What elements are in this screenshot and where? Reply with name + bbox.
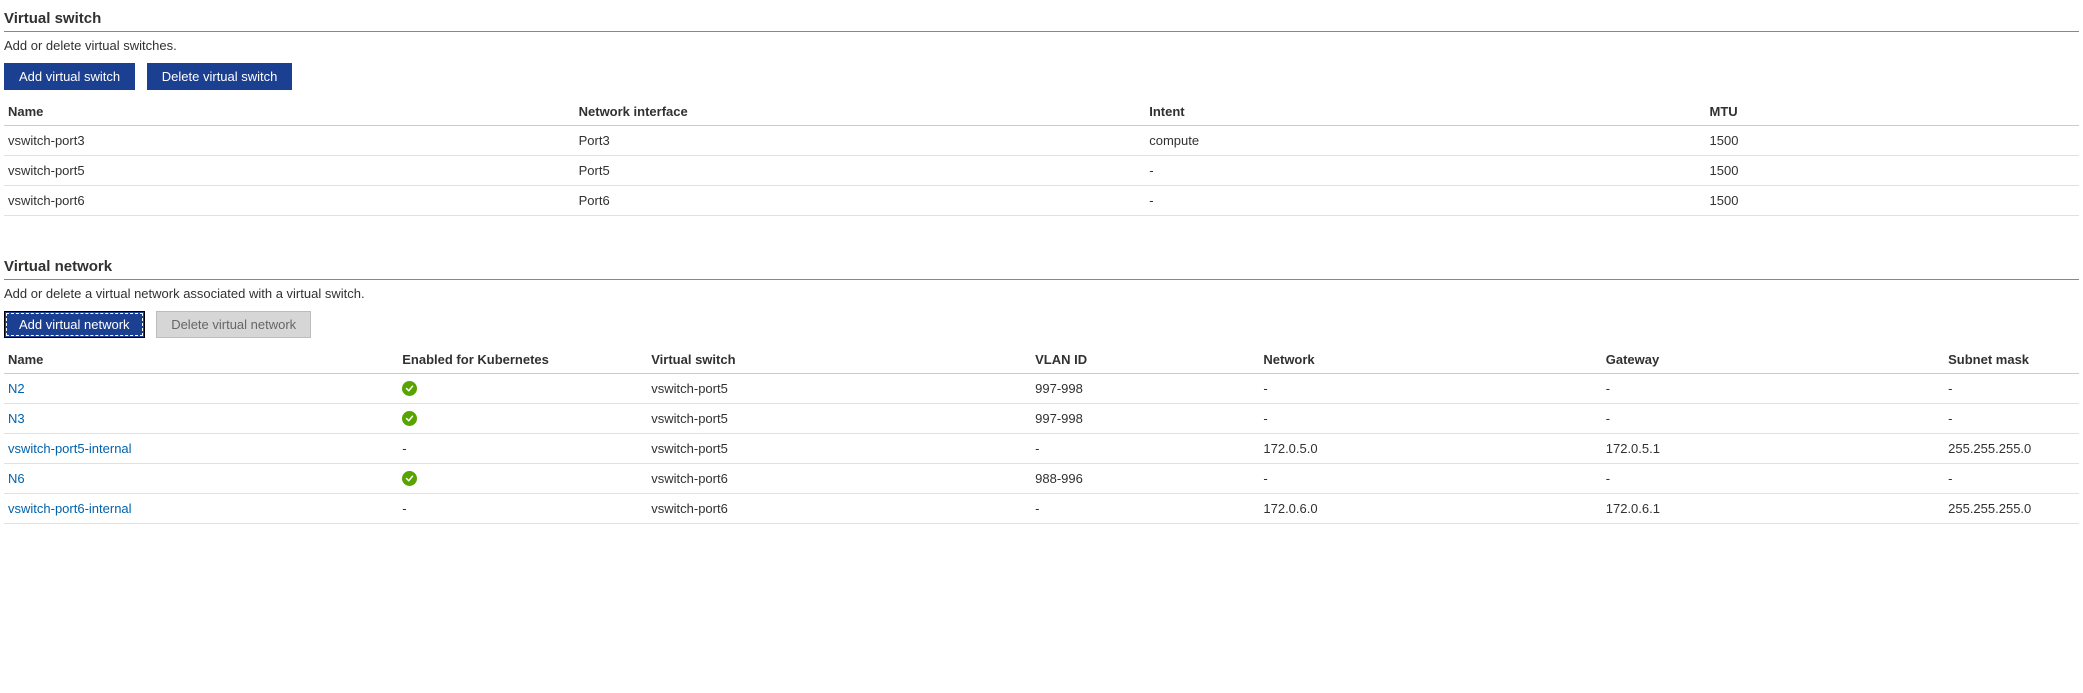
virtual-network-table: Name Enabled for Kubernetes Virtual swit… bbox=[4, 346, 2079, 524]
add-virtual-network-button[interactable]: Add virtual network bbox=[4, 311, 145, 338]
check-circle-icon bbox=[402, 381, 417, 396]
cell-subnet-mask: 255.255.255.0 bbox=[1944, 434, 2079, 464]
add-virtual-switch-button[interactable]: Add virtual switch bbox=[4, 63, 135, 90]
cell-virtual-switch: vswitch-port5 bbox=[647, 434, 1031, 464]
col-intent[interactable]: Intent bbox=[1145, 98, 1705, 126]
cell-network: - bbox=[1259, 404, 1601, 434]
cell-vlan-id: 997-998 bbox=[1031, 374, 1259, 404]
virtual-switch-title: Virtual switch bbox=[4, 6, 2079, 32]
virtual-network-description: Add or delete a virtual network associat… bbox=[4, 286, 2079, 301]
col-subnet-mask[interactable]: Subnet mask bbox=[1944, 346, 2079, 374]
cell-gateway: - bbox=[1602, 464, 1944, 494]
table-row[interactable]: vswitch-port3Port3compute1500 bbox=[4, 126, 2079, 156]
cell-network: - bbox=[1259, 374, 1601, 404]
cell-value: - bbox=[402, 441, 406, 456]
virtual-network-section: Virtual network Add or delete a virtual … bbox=[4, 254, 2079, 524]
table-row[interactable]: N3vswitch-port5997-998--- bbox=[4, 404, 2079, 434]
delete-virtual-network-button: Delete virtual network bbox=[156, 311, 311, 338]
cell-virtual-switch: vswitch-port6 bbox=[647, 464, 1031, 494]
cell-mtu: 1500 bbox=[1706, 126, 2080, 156]
table-row[interactable]: vswitch-port6Port6-1500 bbox=[4, 186, 2079, 216]
cell-intent: compute bbox=[1145, 126, 1705, 156]
cell-enabled-for-kubernetes: - bbox=[398, 494, 647, 524]
cell-virtual-switch: vswitch-port6 bbox=[647, 494, 1031, 524]
cell-subnet-mask: - bbox=[1944, 374, 2079, 404]
table-row[interactable]: vswitch-port6-internal-vswitch-port6-172… bbox=[4, 494, 2079, 524]
col-gateway[interactable]: Gateway bbox=[1602, 346, 1944, 374]
cell-vlan-id: - bbox=[1031, 494, 1259, 524]
cell-network-interface: Port6 bbox=[575, 186, 1146, 216]
cell-value: - bbox=[402, 501, 406, 516]
table-row[interactable]: N2vswitch-port5997-998--- bbox=[4, 374, 2079, 404]
cell-mtu: 1500 bbox=[1706, 186, 2080, 216]
cell-subnet-mask: 255.255.255.0 bbox=[1944, 494, 2079, 524]
cell-mtu: 1500 bbox=[1706, 156, 2080, 186]
col-virtual-switch[interactable]: Virtual switch bbox=[647, 346, 1031, 374]
cell-enabled-for-kubernetes bbox=[398, 404, 647, 434]
table-row[interactable]: vswitch-port5-internal-vswitch-port5-172… bbox=[4, 434, 2079, 464]
virtual-network-name-link[interactable]: N3 bbox=[8, 411, 25, 426]
col-network-interface[interactable]: Network interface bbox=[575, 98, 1146, 126]
cell-enabled-for-kubernetes bbox=[398, 374, 647, 404]
cell-vlan-id: 988-996 bbox=[1031, 464, 1259, 494]
cell-network: 172.0.6.0 bbox=[1259, 494, 1601, 524]
col-mtu[interactable]: MTU bbox=[1706, 98, 2080, 126]
virtual-switch-section: Virtual switch Add or delete virtual swi… bbox=[4, 6, 2079, 216]
cell-gateway: 172.0.5.1 bbox=[1602, 434, 1944, 464]
table-row[interactable]: N6vswitch-port6988-996--- bbox=[4, 464, 2079, 494]
cell-name: vswitch-port3 bbox=[4, 126, 575, 156]
cell-name: vswitch-port5 bbox=[4, 156, 575, 186]
col-name[interactable]: Name bbox=[4, 346, 398, 374]
virtual-switch-button-row: Add virtual switch Delete virtual switch bbox=[4, 63, 2079, 90]
cell-network-interface: Port5 bbox=[575, 156, 1146, 186]
virtual-network-name-link[interactable]: N6 bbox=[8, 471, 25, 486]
delete-virtual-switch-button[interactable]: Delete virtual switch bbox=[147, 63, 293, 90]
cell-intent: - bbox=[1145, 186, 1705, 216]
cell-virtual-switch: vswitch-port5 bbox=[647, 374, 1031, 404]
virtual-switch-table: Name Network interface Intent MTU vswitc… bbox=[4, 98, 2079, 216]
col-name[interactable]: Name bbox=[4, 98, 575, 126]
table-header-row: Name Network interface Intent MTU bbox=[4, 98, 2079, 126]
cell-enabled-for-kubernetes bbox=[398, 464, 647, 494]
virtual-network-button-row: Add virtual network Delete virtual netwo… bbox=[4, 311, 2079, 338]
cell-name: vswitch-port6 bbox=[4, 186, 575, 216]
table-header-row: Name Enabled for Kubernetes Virtual swit… bbox=[4, 346, 2079, 374]
col-network[interactable]: Network bbox=[1259, 346, 1601, 374]
cell-enabled-for-kubernetes: - bbox=[398, 434, 647, 464]
col-enabled-for-kubernetes[interactable]: Enabled for Kubernetes bbox=[398, 346, 647, 374]
col-vlan-id[interactable]: VLAN ID bbox=[1031, 346, 1259, 374]
cell-vlan-id: 997-998 bbox=[1031, 404, 1259, 434]
cell-gateway: - bbox=[1602, 374, 1944, 404]
cell-virtual-switch: vswitch-port5 bbox=[647, 404, 1031, 434]
virtual-network-name-link[interactable]: vswitch-port5-internal bbox=[8, 441, 132, 456]
cell-vlan-id: - bbox=[1031, 434, 1259, 464]
virtual-switch-description: Add or delete virtual switches. bbox=[4, 38, 2079, 53]
virtual-network-name-link[interactable]: vswitch-port6-internal bbox=[8, 501, 132, 516]
cell-network: - bbox=[1259, 464, 1601, 494]
cell-subnet-mask: - bbox=[1944, 404, 2079, 434]
check-circle-icon bbox=[402, 471, 417, 486]
table-row[interactable]: vswitch-port5Port5-1500 bbox=[4, 156, 2079, 186]
virtual-network-title: Virtual network bbox=[4, 254, 2079, 280]
cell-gateway: - bbox=[1602, 404, 1944, 434]
cell-gateway: 172.0.6.1 bbox=[1602, 494, 1944, 524]
cell-network-interface: Port3 bbox=[575, 126, 1146, 156]
cell-network: 172.0.5.0 bbox=[1259, 434, 1601, 464]
cell-subnet-mask: - bbox=[1944, 464, 2079, 494]
cell-intent: - bbox=[1145, 156, 1705, 186]
virtual-network-name-link[interactable]: N2 bbox=[8, 381, 25, 396]
check-circle-icon bbox=[402, 411, 417, 426]
